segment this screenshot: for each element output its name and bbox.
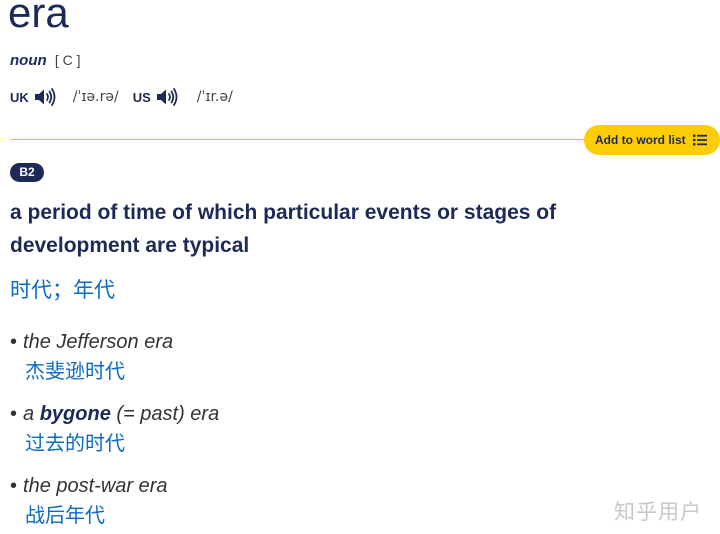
example-text: the post-war era [23, 475, 168, 497]
list-icon [692, 134, 707, 146]
add-to-word-list-label: Add to word list [595, 133, 686, 147]
part-of-speech[interactable]: noun [10, 52, 47, 69]
part-of-speech-line: noun [ C ] [10, 51, 81, 70]
us-ipa: /ˈɪr.ə/ [196, 89, 233, 105]
grammar-code[interactable]: [ C ] [55, 52, 81, 68]
headword: era [8, 0, 69, 36]
uk-audio-speaker-icon[interactable] [33, 87, 59, 107]
example-keyword-link[interactable]: bygone [40, 403, 111, 425]
example-item: • a bygone (= past) era 过去的时代 [10, 400, 610, 458]
example-text: the Jefferson era [23, 331, 174, 353]
zhihu-watermark: 知乎用户 [614, 500, 702, 524]
example-translation: 战后年代 [25, 503, 105, 527]
us-region-label: US [132, 89, 151, 105]
example-sentence: • the post-war era [10, 475, 168, 497]
example-text-post: (= past) era [110, 403, 220, 425]
example-item: • the Jefferson era 杰斐逊时代 [10, 328, 610, 386]
definition-text: a period of time of which particular eve… [10, 201, 557, 257]
example-sentence: • a bygone (= past) era [10, 403, 220, 425]
uk-ipa: /ˈɪə.rə/ [72, 89, 119, 105]
section-divider [10, 139, 610, 140]
uk-region-label: UK [10, 89, 29, 105]
add-to-word-list-button[interactable]: Add to word list [584, 125, 720, 155]
cefr-level-badge: B2 [10, 163, 44, 182]
example-translation: 杰斐逊时代 [25, 359, 125, 383]
example-sentence: • the Jefferson era [10, 331, 174, 353]
pronunciation-row: UK /ˈɪə.rə/ US /ˈɪr.ə/ [10, 86, 233, 108]
us-audio-speaker-icon[interactable] [155, 87, 181, 107]
example-text-pre: a [23, 403, 40, 425]
example-translation: 过去的时代 [25, 431, 125, 455]
definition-translation: 时代；年代 [10, 278, 115, 302]
example-item: • the post-war era 战后年代 [10, 472, 610, 530]
